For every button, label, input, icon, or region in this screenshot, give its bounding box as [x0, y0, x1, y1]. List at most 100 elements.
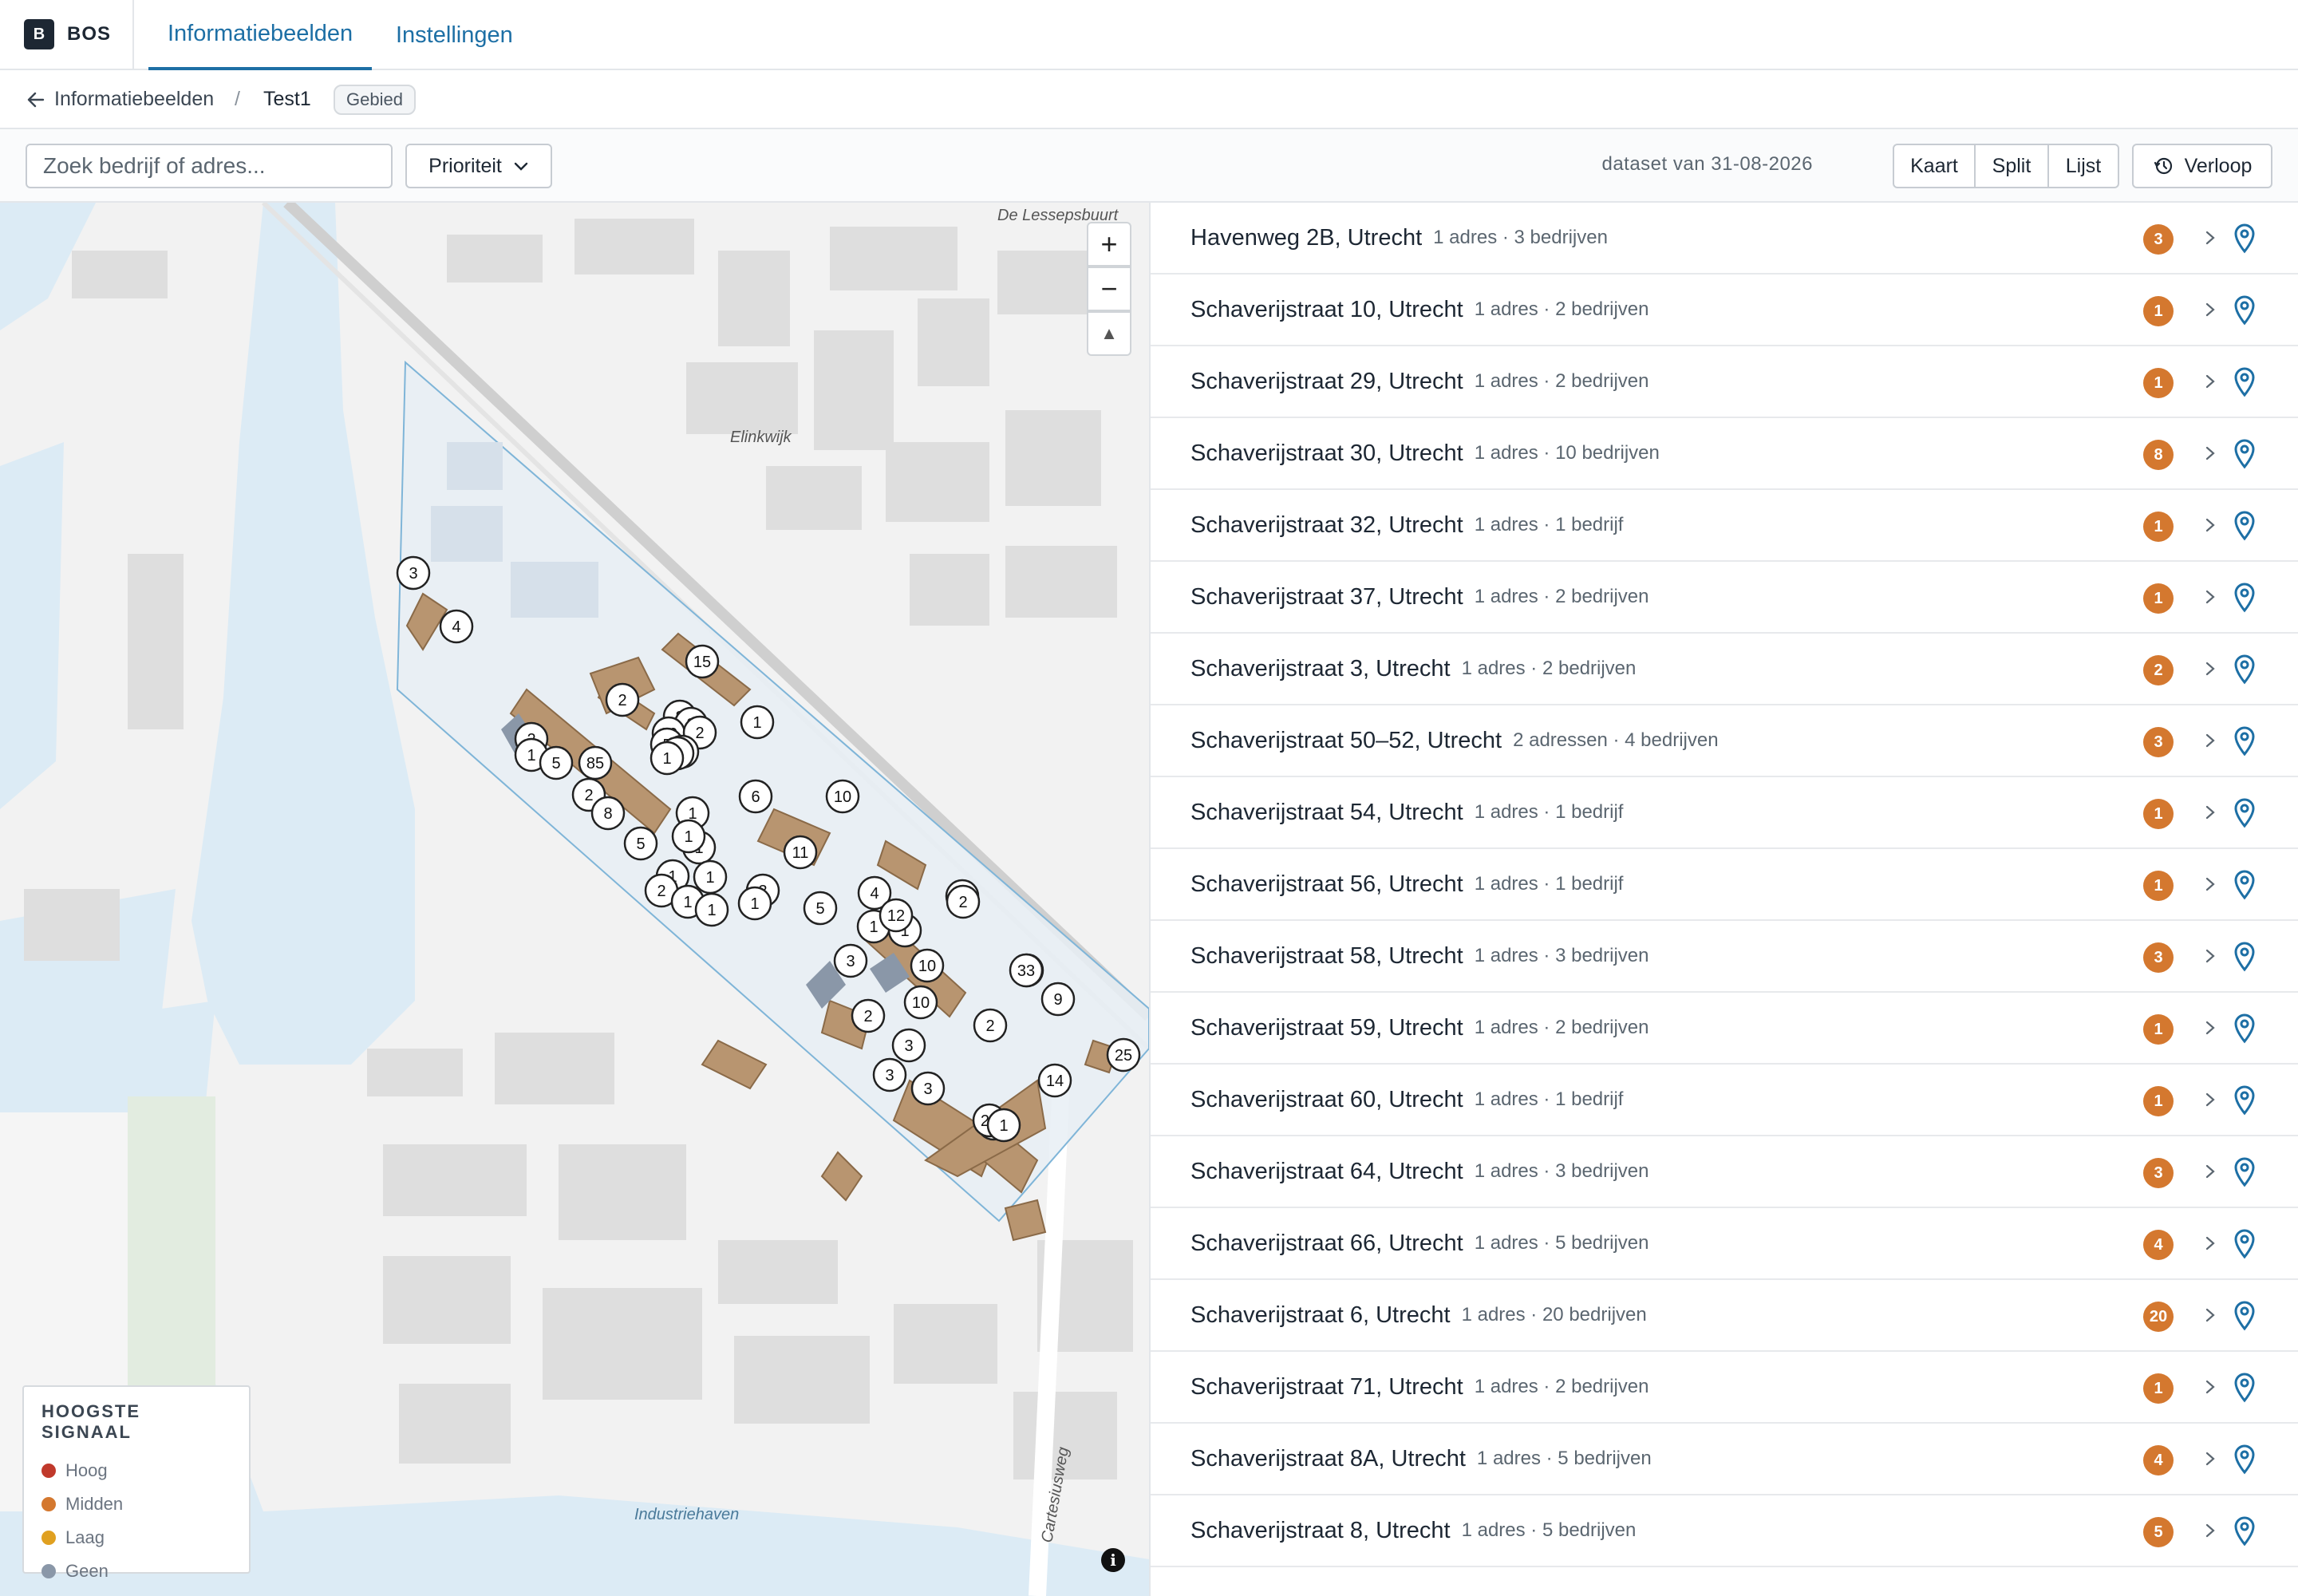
map-pin-icon[interactable]	[2233, 868, 2257, 900]
map-pin-icon[interactable]	[2233, 1084, 2257, 1116]
map-marker[interactable]: 2	[946, 884, 981, 919]
map-pin-icon[interactable]	[2233, 222, 2257, 254]
map-pin-icon[interactable]	[2233, 509, 2257, 541]
address-row[interactable]: Schaverijstraat 37, Utrecht 1 adres · 2 b…	[1151, 562, 2298, 634]
view-split-button[interactable]: Split	[1974, 144, 2049, 188]
tab-instellingen[interactable]: Instellingen	[396, 0, 513, 70]
address-row[interactable]: Schaverijstraat 8A, Utrecht 1 adres · 5 b…	[1151, 1424, 2298, 1495]
map-marker[interactable]: 15	[685, 644, 720, 679]
map-pin-icon[interactable]	[2233, 1012, 2257, 1044]
address-row[interactable]: Schaverijstraat 6, Utrecht 1 adres · 20 b…	[1151, 1280, 2298, 1352]
address-row[interactable]: Schaverijstraat 32, Utrecht 1 adres · 1 b…	[1151, 490, 2298, 562]
zoom-in-button[interactable]: +	[1087, 222, 1131, 267]
chevron-right-icon[interactable]	[2201, 439, 2220, 468]
chevron-right-icon[interactable]	[2201, 1373, 2220, 1401]
address-row[interactable]: Schaverijstraat 66, Utrecht 1 adres · 5 b…	[1151, 1208, 2298, 1280]
address-row[interactable]: Schaverijstraat 3, Utrecht 1 adres · 2 be…	[1151, 634, 2298, 705]
map-marker[interactable]: 1	[986, 1108, 1021, 1143]
chevron-right-icon[interactable]	[2201, 1301, 2220, 1329]
history-button[interactable]: Verloop	[2132, 144, 2272, 188]
address-row[interactable]: Schaverijstraat 50–52, Utrecht 2 adressen…	[1151, 705, 2298, 777]
chevron-right-icon[interactable]	[2201, 1229, 2220, 1258]
chevron-right-icon[interactable]	[2201, 295, 2220, 324]
chevron-right-icon[interactable]	[2201, 1013, 2220, 1042]
chevron-right-icon[interactable]	[2201, 942, 2220, 970]
map-marker[interactable]: 1	[693, 859, 728, 895]
map-marker[interactable]: 5	[803, 891, 838, 926]
chevron-right-icon[interactable]	[2201, 726, 2220, 755]
chevron-right-icon[interactable]	[2201, 798, 2220, 827]
map-pin-icon[interactable]	[2233, 581, 2257, 613]
map-marker[interactable]: 3	[910, 1071, 946, 1106]
compass-icon[interactable]: ▲	[1087, 311, 1131, 356]
address-row[interactable]: Schaverijstraat 60, Utrecht 1 adres · 1 b…	[1151, 1065, 2298, 1136]
map-pin-icon[interactable]	[2233, 1371, 2257, 1403]
address-row[interactable]: Schaverijstraat 29, Utrecht 1 adres · 2 b…	[1151, 346, 2298, 418]
breadcrumb-back-link[interactable]: Informatiebeelden	[54, 88, 214, 111]
zoom-out-button[interactable]: −	[1087, 267, 1131, 311]
address-name[interactable]: Schaverijstraat 30, Utrecht	[1190, 440, 1463, 467]
address-name[interactable]: Schaverijstraat 71, Utrecht	[1190, 1374, 1463, 1400]
address-name[interactable]: Schaverijstraat 56, Utrecht	[1190, 871, 1463, 898]
map-marker[interactable]: 2	[605, 682, 640, 717]
map-marker[interactable]: 6	[738, 779, 773, 814]
chevron-right-icon[interactable]	[2201, 583, 2220, 611]
map-pin-icon[interactable]	[2233, 1156, 2257, 1187]
view-lijst-button[interactable]: Lijst	[2047, 144, 2119, 188]
map-pin-icon[interactable]	[2233, 437, 2257, 469]
chevron-right-icon[interactable]	[2201, 223, 2220, 252]
address-name[interactable]: Schaverijstraat 59, Utrecht	[1190, 1015, 1463, 1041]
chevron-right-icon[interactable]	[2201, 1157, 2220, 1186]
map-marker[interactable]: 3	[872, 1057, 907, 1092]
address-name[interactable]: Schaverijstraat 37, Utrecht	[1190, 584, 1463, 610]
map-pin-icon[interactable]	[2233, 940, 2257, 972]
map-marker[interactable]: 14	[1037, 1063, 1072, 1098]
address-row[interactable]: Schaverijstraat 30, Utrecht 1 adres · 10 …	[1151, 418, 2298, 490]
map-marker[interactable]: 5	[623, 826, 658, 861]
address-row[interactable]: Schaverijstraat 10, Utrecht 1 adres · 2 b…	[1151, 275, 2298, 346]
chevron-right-icon[interactable]	[2201, 1085, 2220, 1114]
map-marker[interactable]: 3	[396, 555, 431, 591]
brand[interactable]: B BOS	[0, 0, 134, 69]
address-name[interactable]: Schaverijstraat 54, Utrecht	[1190, 800, 1463, 826]
map-pin-icon[interactable]	[2233, 1443, 2257, 1475]
map-marker[interactable]: 25	[1106, 1037, 1141, 1073]
map-marker[interactable]: 10	[910, 948, 945, 983]
address-row[interactable]: Schaverijstraat 8, Utrecht 1 adres · 5 be…	[1151, 1495, 2298, 1567]
chevron-right-icon[interactable]	[2201, 1516, 2220, 1545]
address-name[interactable]: Schaverijstraat 58, Utrecht	[1190, 943, 1463, 970]
map-marker[interactable]: 1	[740, 705, 775, 740]
address-row[interactable]: Schaverijstraat 71, Utrecht 1 adres · 2 b…	[1151, 1352, 2298, 1424]
tab-informatiebeelden[interactable]: Informatiebeelden	[148, 0, 373, 70]
map-marker[interactable]: 1	[737, 886, 772, 921]
map-marker[interactable]: 2	[973, 1008, 1008, 1043]
address-row[interactable]: Schaverijstraat 64, Utrecht 1 adres · 3 b…	[1151, 1136, 2298, 1208]
map-marker[interactable]: 1	[650, 741, 685, 776]
map-marker[interactable]: 2	[851, 998, 886, 1033]
address-name[interactable]: Schaverijstraat 3, Utrecht	[1190, 656, 1451, 682]
address-name[interactable]: Schaverijstraat 50–52, Utrecht	[1190, 728, 1502, 754]
view-kaart-button[interactable]: Kaart	[1893, 144, 1976, 188]
chevron-right-icon[interactable]	[2201, 511, 2220, 539]
map-pin-icon[interactable]	[2233, 725, 2257, 757]
map-marker[interactable]: 1	[671, 819, 706, 854]
address-row[interactable]: Schaverijstraat 54, Utrecht 1 adres · 1 b…	[1151, 777, 2298, 849]
map-marker[interactable]: 3	[833, 943, 868, 978]
map-marker[interactable]: 4	[439, 609, 474, 644]
map-pin-icon[interactable]	[2233, 1515, 2257, 1547]
address-row[interactable]: Schaverijstraat 56, Utrecht 1 adres · 1 b…	[1151, 849, 2298, 921]
address-name[interactable]: Schaverijstraat 60, Utrecht	[1190, 1087, 1463, 1113]
map-marker[interactable]: 10	[903, 985, 938, 1020]
chevron-right-icon[interactable]	[2201, 870, 2220, 899]
map-pin-icon[interactable]	[2233, 796, 2257, 828]
address-name[interactable]: Schaverijstraat 66, Utrecht	[1190, 1231, 1463, 1257]
address-name[interactable]: Schaverijstraat 32, Utrecht	[1190, 512, 1463, 539]
map-pin-icon[interactable]	[2233, 1227, 2257, 1259]
address-name[interactable]: Havenweg 2B, Utrecht	[1190, 225, 1422, 251]
map-marker[interactable]: 3	[891, 1028, 926, 1063]
arrow-left-icon[interactable]	[26, 89, 46, 110]
map-marker[interactable]: 1	[694, 892, 729, 927]
chevron-right-icon[interactable]	[2201, 367, 2220, 396]
address-name[interactable]: Schaverijstraat 64, Utrecht	[1190, 1159, 1463, 1185]
search-input[interactable]	[26, 144, 393, 188]
